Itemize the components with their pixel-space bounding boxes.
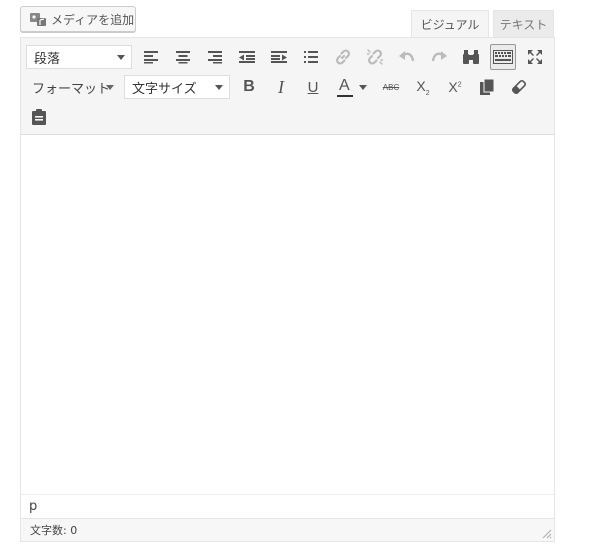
underline-icon: U — [307, 78, 319, 96]
paragraph-select[interactable]: 段落 — [26, 45, 132, 69]
font-size-select[interactable]: 文字サイズ — [124, 75, 230, 99]
chevron-down-icon — [215, 85, 223, 90]
element-path-item[interactable]: p — [29, 499, 37, 514]
paragraph-select-value: 段落 — [34, 51, 61, 67]
align-right-icon — [208, 51, 222, 64]
subscript-button[interactable]: X2 — [410, 74, 436, 100]
add-media-label: メディアを追加 — [51, 12, 135, 27]
unlink-icon — [366, 49, 384, 65]
add-media-icon — [29, 11, 47, 27]
redo-icon — [431, 51, 447, 62]
indent-icon — [271, 51, 287, 63]
align-center-button[interactable] — [170, 44, 196, 70]
superscript-letter: X — [448, 79, 458, 95]
superscript-icon: X2 — [448, 79, 461, 95]
editor-content[interactable] — [21, 136, 554, 494]
insert-link-button[interactable] — [330, 44, 356, 70]
text-color-letter: A — [339, 77, 350, 94]
eraser-icon — [511, 79, 527, 95]
word-count: 文字数: 0 — [30, 524, 78, 537]
chevron-down-icon — [106, 85, 114, 90]
align-left-button[interactable] — [138, 44, 164, 70]
binoculars-icon — [463, 50, 479, 64]
fullscreen-button[interactable] — [522, 44, 548, 70]
toolbar-toggle-button[interactable] — [490, 44, 516, 70]
find-replace-button[interactable] — [458, 44, 484, 70]
clipboard-icon — [32, 109, 46, 125]
undo-icon — [399, 51, 415, 62]
bold-button[interactable]: B — [236, 74, 262, 100]
paste-as-text-button[interactable] — [474, 74, 500, 100]
status-bar: 文字数: 0 — [21, 518, 554, 541]
format-menu-label: フォーマット — [32, 81, 111, 97]
italic-button[interactable]: I — [268, 74, 294, 100]
outdent-icon — [239, 51, 255, 63]
text-color-icon: A — [337, 77, 353, 97]
align-right-button[interactable] — [202, 44, 228, 70]
subscript-letter: X — [416, 77, 426, 94]
superscript-mark: 2 — [457, 81, 462, 89]
redo-button[interactable] — [426, 44, 452, 70]
paste-button[interactable] — [26, 104, 52, 130]
add-media-button[interactable]: メディアを追加 — [20, 6, 136, 32]
element-path: p — [21, 494, 554, 518]
tab-visual[interactable]: ビジュアル — [411, 10, 489, 38]
fullscreen-icon — [528, 50, 542, 64]
clear-formatting-button[interactable] — [506, 74, 532, 100]
keyboard-icon — [493, 50, 513, 64]
bullet-list-icon — [304, 51, 318, 63]
superscript-button[interactable]: X2 — [442, 74, 468, 100]
align-left-icon — [144, 51, 158, 64]
indent-button[interactable] — [266, 44, 292, 70]
resize-grip-icon[interactable] — [540, 527, 552, 539]
link-icon — [335, 49, 351, 65]
strikethrough-button[interactable]: ABC — [378, 74, 404, 100]
align-center-icon — [176, 51, 190, 64]
bullet-list-button[interactable] — [298, 44, 324, 70]
underline-button[interactable]: U — [300, 74, 326, 100]
italic-icon: I — [278, 76, 284, 97]
strikethrough-icon: ABC — [382, 82, 400, 92]
font-size-select-value: 文字サイズ — [132, 81, 197, 97]
subscript-icon: X2 — [416, 78, 429, 97]
chevron-down-icon — [117, 55, 125, 60]
format-menu[interactable]: フォーマット — [28, 76, 120, 98]
outdent-button[interactable] — [234, 44, 260, 70]
remove-link-button[interactable] — [362, 44, 388, 70]
text-color-swatch — [337, 95, 353, 97]
undo-button[interactable] — [394, 44, 420, 70]
subscript-mark: 2 — [425, 89, 430, 97]
bold-icon: B — [243, 78, 255, 95]
text-color-button[interactable]: A — [332, 74, 372, 100]
copy-icon — [480, 78, 495, 95]
tab-text[interactable]: テキスト — [493, 10, 554, 38]
chevron-down-icon — [359, 84, 367, 90]
